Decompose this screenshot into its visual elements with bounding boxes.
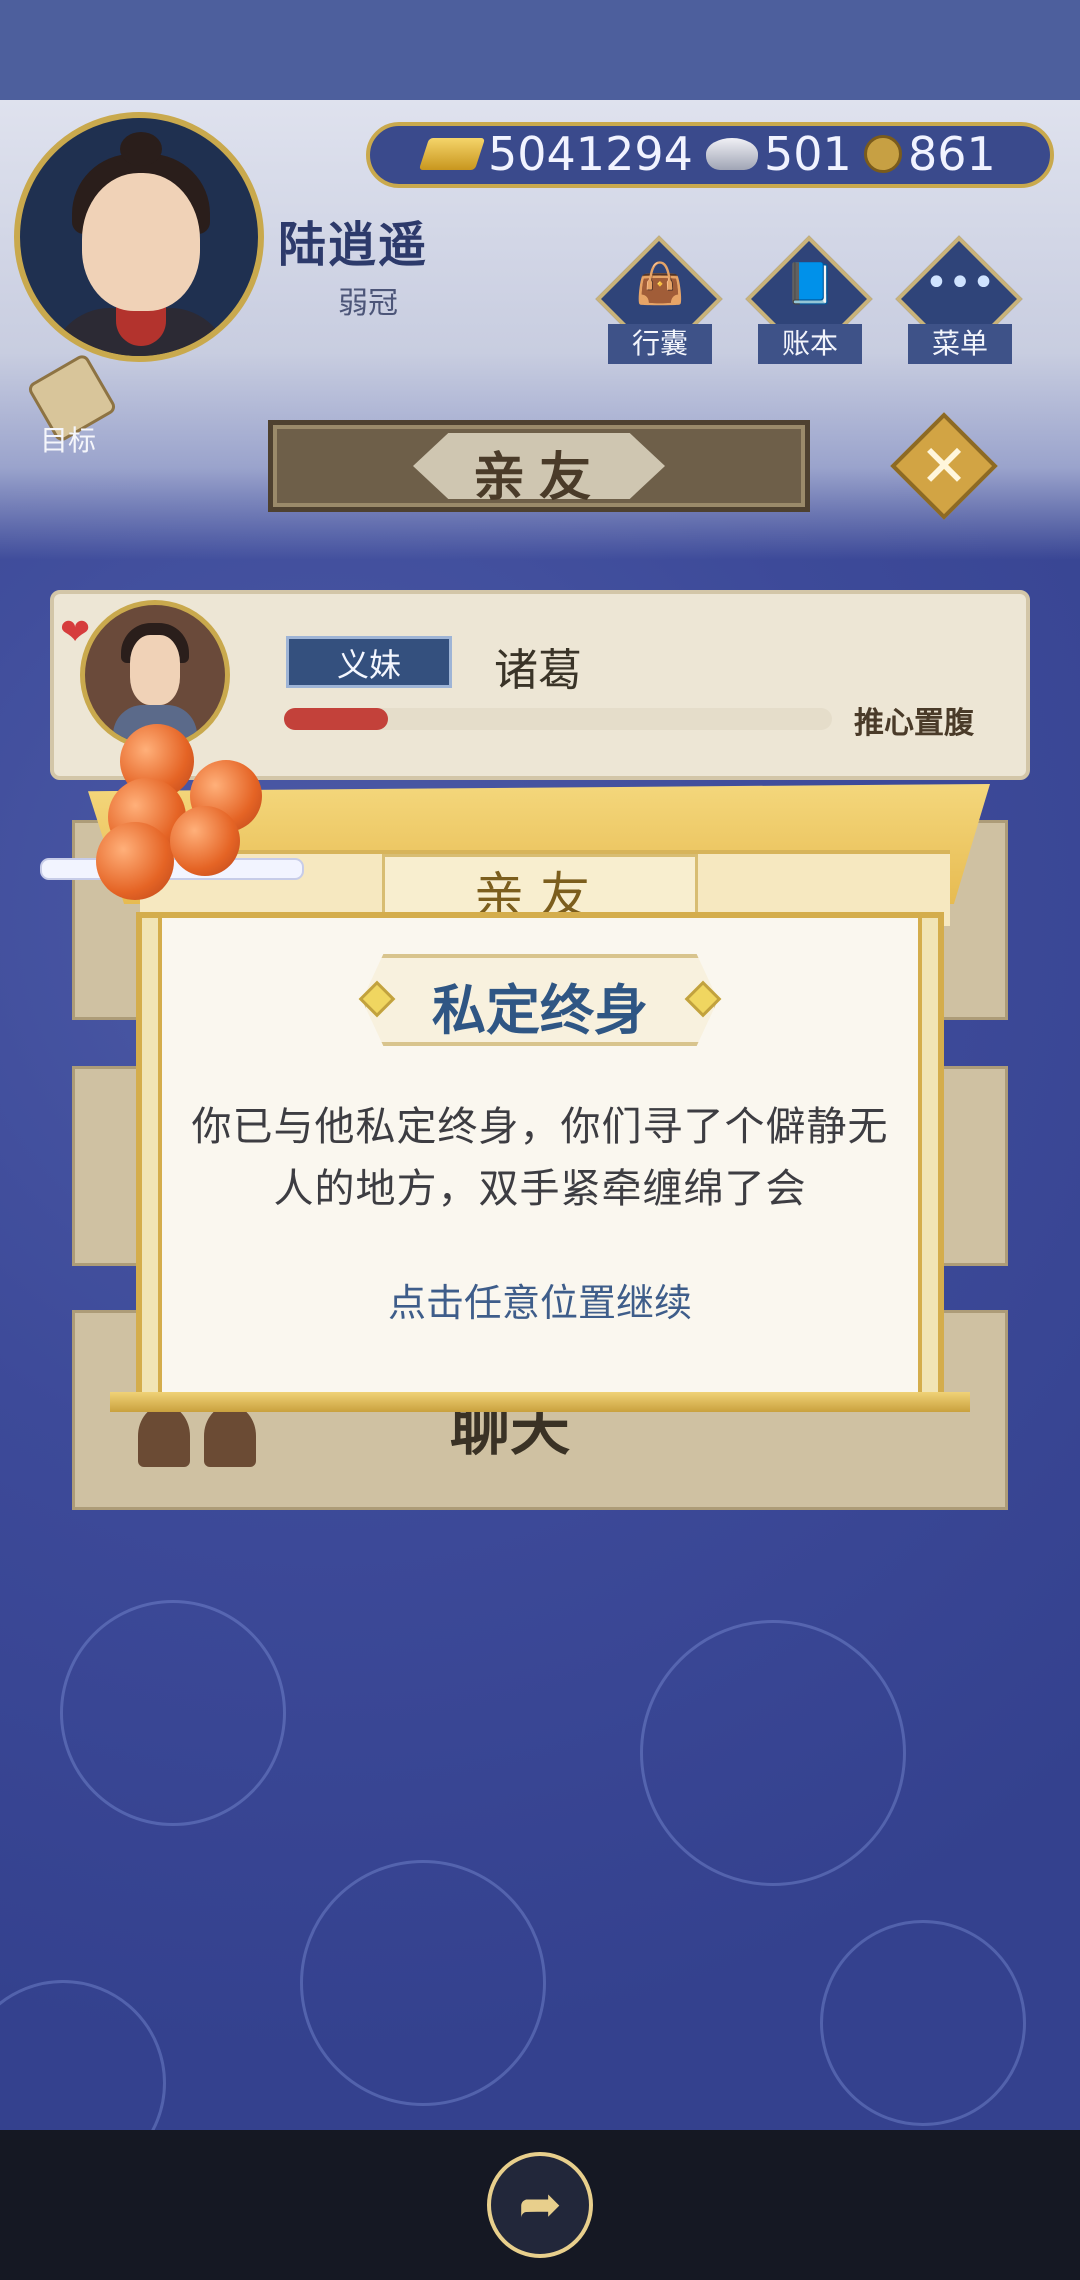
panel-title: 亲友 [472, 448, 605, 508]
panel-title-banner: 亲友 [268, 420, 810, 512]
silver-amount: 501 [764, 127, 852, 181]
heart-icon: ❤ [60, 612, 91, 653]
continue-hint[interactable]: 点击任意位置继续 [186, 1272, 894, 1327]
share-icon: ➦ [518, 2175, 562, 2235]
copper-coin-icon [864, 135, 902, 173]
figure-icon [204, 1405, 256, 1467]
player-rank: 弱冠 [338, 286, 398, 321]
goal-button[interactable]: 目标 [18, 352, 118, 457]
gold-ingot-icon [418, 138, 486, 170]
event-title: 私定终身 [432, 979, 648, 1042]
more-icon: ••• [924, 260, 996, 306]
bond-status: 推心置腹 [854, 706, 974, 741]
menu-button[interactable]: ••• 菜单 [895, 235, 1023, 364]
friend-name: 诸葛 [494, 645, 582, 696]
share-button[interactable]: ➦ [487, 2152, 593, 2258]
relation-badge: 义妹 [286, 636, 452, 688]
ledger-button[interactable]: 📘 账本 [745, 235, 873, 364]
status-bar-area [0, 0, 1080, 100]
close-icon[interactable]: ✕ [906, 432, 982, 502]
fruit-decoration [96, 822, 174, 900]
bag-label: 行囊 [608, 324, 712, 364]
ledger-label: 账本 [758, 324, 862, 364]
modal-bottom-rail [110, 1392, 970, 1412]
fruit-decoration [170, 806, 240, 876]
silver-resource: 501 [706, 124, 852, 184]
ledger-icon: 📘 [785, 261, 835, 307]
menu-label: 菜单 [908, 324, 1012, 364]
event-text: 你已与他私定终身，你们寻了个僻静无人的地方，双手紧牵缠绵了会 [191, 1104, 889, 1212]
player-name: 陆逍遥 [278, 217, 429, 273]
bag-button[interactable]: 👜 行囊 [595, 235, 723, 364]
player-avatar[interactable] [14, 112, 264, 362]
gold-resource: 5041294 [418, 124, 693, 184]
coin-resource: 861 [864, 124, 996, 184]
goal-label: 目标 [39, 424, 96, 457]
silver-ingot-icon [706, 138, 758, 170]
gold-amount: 5041294 [488, 127, 693, 181]
coin-amount: 861 [908, 127, 996, 181]
bag-icon: 👜 [635, 261, 685, 307]
figure-icon [138, 1405, 190, 1467]
bond-progress-fill [284, 708, 388, 730]
